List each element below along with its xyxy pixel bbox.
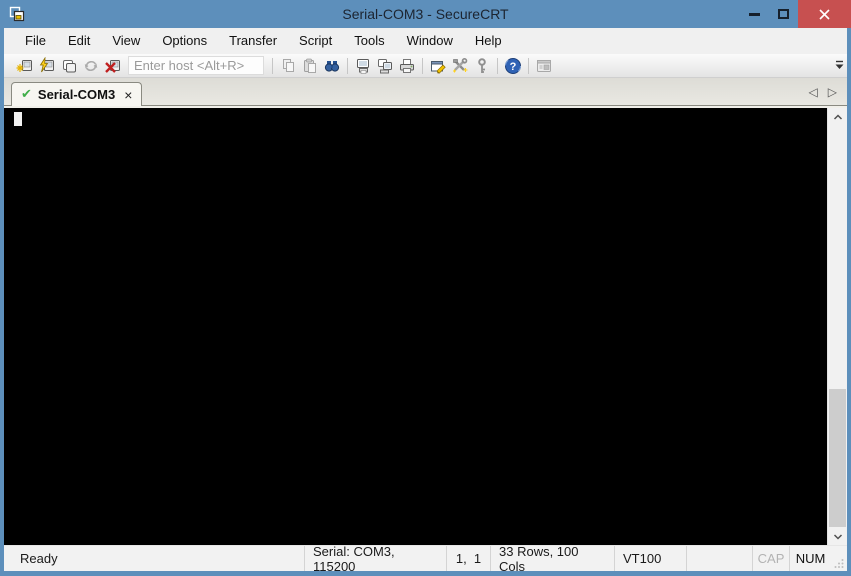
disconnect-button[interactable] — [102, 56, 124, 76]
chevron-up-icon — [833, 113, 842, 120]
tab-bar: ✔ Serial-COM3 × ◁ ▷ — [4, 78, 847, 106]
copy-icon — [283, 58, 294, 72]
keymap-icon — [478, 57, 486, 73]
maximize-button[interactable] — [769, 0, 798, 28]
status-spare — [686, 546, 752, 571]
resize-grip-icon — [834, 559, 844, 568]
app-icon — [9, 6, 25, 22]
menu-item-options[interactable]: Options — [151, 28, 218, 54]
toolbar: ? — [4, 54, 847, 78]
print-icon — [400, 58, 414, 73]
connect-icon — [16, 59, 32, 72]
session-options-icon — [431, 60, 446, 74]
toolbar-separator — [528, 57, 529, 74]
disconnect-icon — [105, 59, 120, 73]
connected-check-icon: ✔ — [21, 87, 32, 102]
tab-scroll-left-icon[interactable]: ◁ — [809, 85, 818, 99]
status-num-lock: NUM — [789, 546, 831, 571]
help-icon: ? — [505, 57, 521, 74]
close-button[interactable] — [798, 0, 851, 28]
toolbar-separator — [422, 57, 423, 74]
session-options-button[interactable] — [427, 56, 449, 76]
paste-button — [299, 56, 321, 76]
toolbar-separator — [347, 57, 348, 74]
host-input[interactable] — [128, 56, 264, 75]
terminal-area — [4, 106, 847, 545]
resize-grip[interactable] — [831, 546, 847, 571]
toolbar-separator — [272, 57, 273, 74]
find-button[interactable] — [321, 56, 343, 76]
tab-scroll-right-icon[interactable]: ▷ — [828, 85, 837, 99]
toolbar-separator — [497, 57, 498, 74]
terminal-screen[interactable] — [4, 108, 827, 545]
tab-label: Serial-COM3 — [37, 87, 116, 102]
print-selection-icon — [378, 58, 392, 73]
paste-icon — [304, 58, 316, 73]
minimize-icon — [749, 12, 760, 16]
reconnect-button — [80, 56, 102, 76]
menu-item-file[interactable]: File — [14, 28, 57, 54]
terminal-cursor — [14, 112, 22, 126]
global-options-icon — [453, 57, 468, 72]
connect-button[interactable] — [14, 56, 36, 76]
status-cursor-position: 1, 1 — [446, 546, 490, 571]
quick-connect-icon — [39, 56, 54, 72]
menu-item-tools[interactable]: Tools — [343, 28, 395, 54]
tab-scrollers: ◁ ▷ — [809, 78, 837, 105]
vertical-scrollbar[interactable] — [827, 108, 847, 545]
tab-close-icon[interactable]: × — [124, 88, 132, 102]
status-grid-size: 33 Rows, 100 Cols — [490, 544, 614, 574]
status-serial: Serial: COM3, 115200 — [304, 544, 446, 574]
print-screen-icon — [357, 58, 369, 74]
connect-in-tab-icon — [63, 59, 76, 72]
status-caps-lock: CAP — [752, 546, 789, 571]
close-icon — [819, 8, 830, 20]
status-bar: Ready Serial: COM3, 115200 1, 1 33 Rows,… — [4, 544, 847, 574]
scroll-down-button[interactable] — [828, 528, 847, 545]
reconnect-icon — [84, 60, 98, 71]
toolbar-overflow-button[interactable] — [835, 57, 844, 75]
scrollbar-thumb[interactable] — [829, 389, 846, 527]
print-button[interactable] — [396, 56, 418, 76]
print-selection-button[interactable] — [374, 56, 396, 76]
svg-text:?: ? — [510, 61, 517, 73]
status-ready: Ready — [20, 551, 58, 566]
menu-item-script[interactable]: Script — [288, 28, 343, 54]
scroll-up-button[interactable] — [828, 108, 847, 125]
chevron-down-icon — [833, 533, 842, 540]
menu-bar: File Edit View Options Transfer Script T… — [4, 28, 847, 54]
find-icon — [324, 60, 340, 72]
connect-in-tab-button[interactable] — [58, 56, 80, 76]
menu-item-window[interactable]: Window — [396, 28, 464, 54]
global-options-button[interactable] — [449, 56, 471, 76]
session-window-icon — [537, 59, 551, 72]
minimize-button[interactable] — [740, 0, 769, 28]
status-emulation: VT100 — [614, 546, 686, 571]
keymap-button[interactable] — [471, 56, 493, 76]
maximize-icon — [778, 9, 789, 19]
tab-serial-com3[interactable]: ✔ Serial-COM3 × — [11, 82, 143, 106]
menu-item-view[interactable]: View — [101, 28, 151, 54]
quick-connect-button[interactable] — [36, 56, 58, 76]
copy-button — [277, 56, 299, 76]
menu-item-help[interactable]: Help — [464, 28, 513, 54]
title-bar: Serial-COM3 - SecureCRT — [0, 0, 851, 28]
securecrt-window: Serial-COM3 - SecureCRT File Edit View O… — [0, 0, 851, 576]
menu-item-edit[interactable]: Edit — [57, 28, 101, 54]
session-window-button — [533, 56, 555, 76]
window-title: Serial-COM3 - SecureCRT — [342, 6, 509, 22]
print-screen-button[interactable] — [352, 56, 374, 76]
menu-item-transfer[interactable]: Transfer — [218, 28, 288, 54]
help-button[interactable]: ? — [502, 56, 524, 76]
toolbar-overflow-icon — [835, 60, 844, 69]
